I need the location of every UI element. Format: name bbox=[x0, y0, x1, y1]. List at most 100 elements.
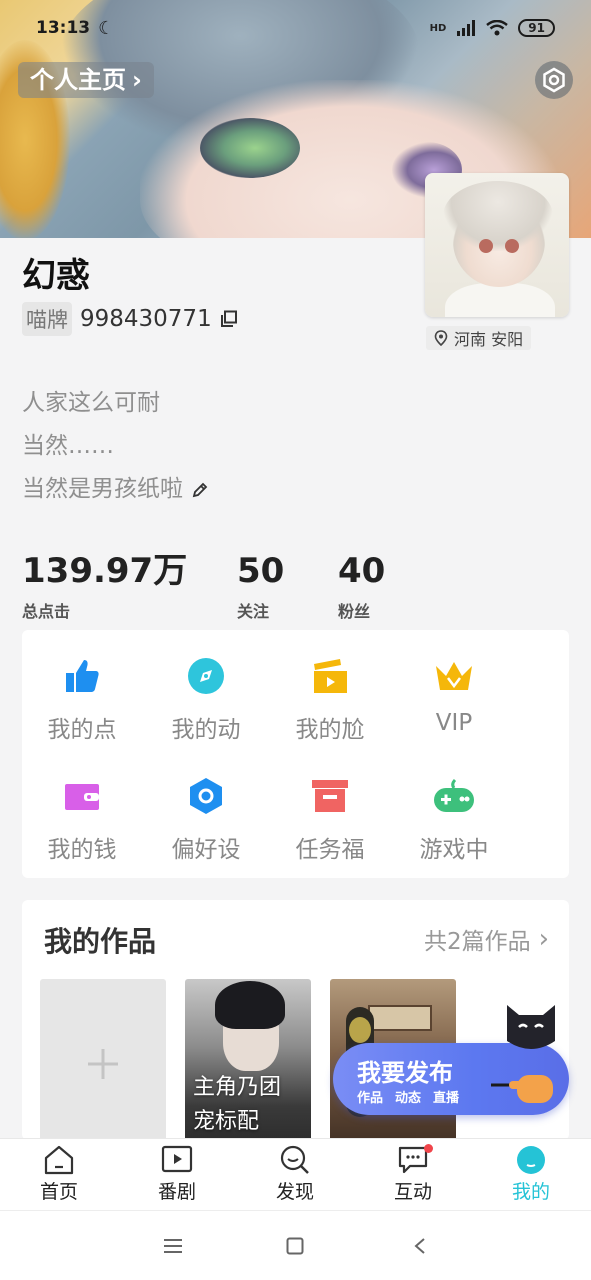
publish-option-live: 直播 bbox=[433, 1091, 460, 1106]
tab-label: 首页 bbox=[39, 1181, 78, 1203]
publish-option-works: 作品 bbox=[357, 1091, 384, 1106]
location-pin-icon bbox=[434, 330, 448, 346]
wifi-icon bbox=[486, 20, 509, 36]
back-arrow-icon bbox=[414, 1238, 425, 1254]
work-title: 主角乃团 宠标配 bbox=[193, 1071, 281, 1139]
chevron-right-icon: › bbox=[132, 66, 142, 94]
crown-icon bbox=[436, 662, 472, 690]
publish-options: 作品 动态 直播 bbox=[357, 1087, 459, 1106]
works-count: 共2篇作品 bbox=[423, 929, 531, 955]
add-work-button[interactable] bbox=[40, 979, 166, 1140]
menu-item-tasks[interactable]: 任务福 bbox=[270, 776, 390, 864]
gift-box-icon bbox=[312, 780, 348, 812]
menu-label: VIP bbox=[435, 710, 473, 736]
search-icon bbox=[280, 1145, 309, 1174]
stat-followers[interactable]: 40 粉丝 bbox=[338, 550, 438, 622]
username: 幻惑 bbox=[22, 256, 90, 296]
tab-discover[interactable]: 发现 bbox=[255, 1145, 335, 1204]
avatar[interactable] bbox=[425, 173, 569, 317]
work-title-line: 主角乃团 bbox=[193, 1075, 282, 1100]
chevron-right-icon: › bbox=[538, 924, 549, 954]
menu-item-awkward[interactable]: 我的尬 bbox=[270, 656, 390, 744]
menu-label: 我的钱 bbox=[47, 837, 117, 863]
publish-fab[interactable]: 我要发布 作品 动态 直播 bbox=[333, 1005, 569, 1115]
homepage-label: 个人主页 bbox=[30, 66, 126, 94]
works-title: 我的作品 bbox=[44, 925, 157, 958]
tab-label: 番剧 bbox=[157, 1181, 196, 1203]
bio-line: 当然…… bbox=[22, 433, 114, 459]
battery-indicator: 91 bbox=[518, 19, 555, 37]
stat-value: 40 bbox=[338, 551, 386, 591]
stat-label: 粉丝 bbox=[338, 602, 371, 621]
stats-row: 139.97万 总点击 50 关注 40 粉丝 bbox=[22, 550, 438, 622]
work-title-line: 宠标配 bbox=[193, 1109, 260, 1134]
tab-anime[interactable]: 番剧 bbox=[137, 1145, 217, 1204]
menu-item-vip[interactable]: VIP bbox=[394, 656, 514, 736]
bottom-tab-bar: 首页 番剧 发现 互动 我的 bbox=[0, 1138, 591, 1210]
status-time: 13:13 bbox=[36, 18, 91, 38]
stat-following[interactable]: 50 关注 bbox=[237, 550, 338, 622]
thumbs-up-icon bbox=[66, 660, 99, 692]
play-icon bbox=[161, 1145, 193, 1173]
tab-label: 发现 bbox=[275, 1181, 314, 1203]
menu-label: 我的尬 bbox=[295, 717, 365, 743]
work-card[interactable]: 主角乃团 宠标配 bbox=[185, 979, 311, 1140]
copy-icon[interactable] bbox=[220, 310, 238, 328]
user-bio: 人家这么可耐 当然…… 当然是男孩纸啦 bbox=[22, 382, 209, 511]
stat-value: 50 bbox=[237, 551, 285, 591]
home-nav-button[interactable] bbox=[280, 1231, 310, 1261]
profile-icon bbox=[517, 1146, 545, 1174]
back-nav-button[interactable] bbox=[405, 1231, 435, 1261]
publish-option-post: 动态 bbox=[395, 1091, 422, 1106]
moon-icon: ☾ bbox=[98, 17, 115, 39]
plus-icon bbox=[88, 1049, 118, 1079]
compass-icon bbox=[188, 658, 224, 694]
user-id-number: 998430771 bbox=[80, 306, 212, 332]
wallet-icon bbox=[65, 784, 99, 810]
menu-item-games[interactable]: 游戏中 bbox=[394, 776, 514, 864]
menu-label: 任务福 bbox=[295, 837, 365, 863]
signal-icon bbox=[457, 20, 476, 36]
menu-label: 游戏中 bbox=[419, 837, 489, 863]
gear-icon bbox=[543, 67, 565, 93]
tab-label: 我的 bbox=[511, 1181, 550, 1203]
user-id-row: 喵牌 998430771 bbox=[22, 302, 238, 336]
works-count-link[interactable]: 共2篇作品 › bbox=[424, 922, 549, 956]
feature-menu-card: 我的点 我的动 我的尬 VIP 我的钱 偏好设 任务福 游戏中 bbox=[22, 630, 569, 878]
menu-label: 我的动 bbox=[171, 717, 241, 743]
menu-item-preferences[interactable]: 偏好设 bbox=[146, 776, 266, 864]
home-icon bbox=[44, 1145, 74, 1175]
bio-line: 当然是男孩纸啦 bbox=[22, 476, 183, 502]
stat-total-clicks[interactable]: 139.97万 总点击 bbox=[22, 550, 237, 622]
status-bar: 13:13 ☾ HD 91 bbox=[0, 0, 591, 56]
location-badge: 河南 安阳 bbox=[426, 326, 532, 350]
menu-item-wallet[interactable]: 我的钱 bbox=[22, 776, 142, 864]
gamepad-icon bbox=[434, 778, 474, 812]
tab-interaction[interactable]: 互动 bbox=[373, 1144, 453, 1204]
tab-label: 互动 bbox=[393, 1181, 432, 1203]
pointing-hand-icon bbox=[491, 1075, 553, 1103]
menu-label: 偏好设 bbox=[171, 837, 241, 863]
stat-label: 关注 bbox=[237, 602, 270, 621]
network-label: HD bbox=[429, 22, 447, 34]
id-badge: 喵牌 bbox=[22, 302, 72, 336]
cat-mascot-icon bbox=[507, 1005, 555, 1049]
tab-mine[interactable]: 我的 bbox=[491, 1145, 571, 1204]
hamburger-icon bbox=[164, 1239, 182, 1253]
menu-nav-button[interactable] bbox=[158, 1231, 188, 1261]
location-text: 河南 安阳 bbox=[454, 330, 524, 349]
notification-dot bbox=[424, 1144, 433, 1153]
square-icon bbox=[286, 1237, 304, 1255]
system-nav-bar bbox=[0, 1210, 591, 1280]
tab-home[interactable]: 首页 bbox=[19, 1145, 99, 1204]
stat-label: 总点击 bbox=[22, 602, 71, 621]
menu-item-likes[interactable]: 我的点 bbox=[22, 656, 142, 744]
menu-item-activity[interactable]: 我的动 bbox=[146, 656, 266, 744]
publish-label: 我要发布 bbox=[357, 1059, 453, 1087]
menu-label: 我的点 bbox=[47, 717, 117, 743]
settings-button[interactable] bbox=[535, 61, 573, 99]
stat-value: 139.97万 bbox=[22, 551, 188, 591]
personal-homepage-button[interactable]: 个人主页 › bbox=[18, 62, 154, 98]
edit-pencil-icon[interactable] bbox=[191, 481, 209, 499]
clapperboard-icon bbox=[314, 659, 347, 693]
